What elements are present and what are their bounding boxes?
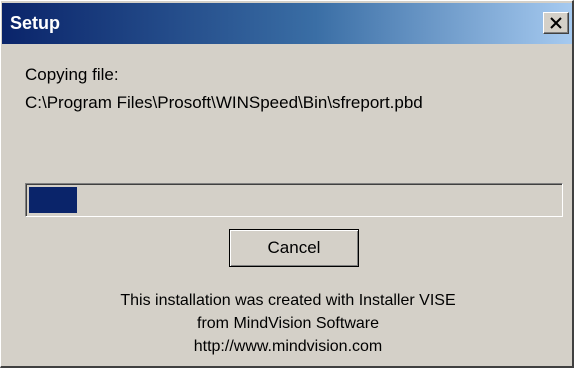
- progress-bar: [25, 183, 563, 217]
- footer-url: http://www.mindvision.com: [193, 338, 383, 355]
- copying-label: Copying file:: [25, 65, 119, 84]
- footer-line-2: from MindVision Software: [197, 315, 379, 332]
- setup-dialog: Setup Copying file: C:\Program Files\Pro…: [0, 0, 574, 368]
- footer-line-1: This installation was created with Insta…: [120, 292, 456, 309]
- file-path-label: C:\Program Files\Prosoft\WINSpeed\Bin\sf…: [25, 93, 423, 112]
- title-bar[interactable]: Setup: [2, 3, 572, 44]
- progress-fill: [29, 187, 77, 213]
- close-button[interactable]: [543, 12, 569, 34]
- close-icon: [550, 17, 562, 29]
- window-title: Setup: [10, 13, 61, 33]
- cancel-button[interactable]: Cancel: [229, 229, 359, 267]
